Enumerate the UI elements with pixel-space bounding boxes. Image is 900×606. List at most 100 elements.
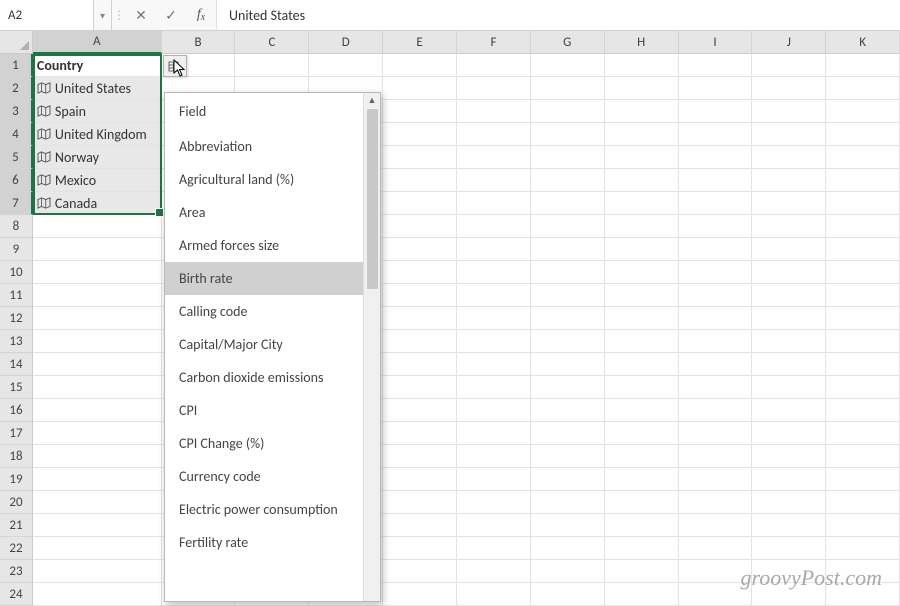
row-header-2[interactable]: 2 <box>0 77 33 100</box>
cell[interactable] <box>531 491 605 514</box>
cell[interactable] <box>826 215 900 238</box>
cell[interactable] <box>752 238 826 261</box>
cell[interactable] <box>383 537 457 560</box>
cell[interactable] <box>457 445 531 468</box>
cell[interactable] <box>531 376 605 399</box>
cell[interactable] <box>383 261 457 284</box>
cell[interactable] <box>457 192 531 215</box>
cell[interactable] <box>457 284 531 307</box>
dropdown-item[interactable]: Electric power consumption <box>165 493 363 526</box>
cell[interactable] <box>531 307 605 330</box>
cell[interactable] <box>679 100 753 123</box>
cell[interactable] <box>679 77 753 100</box>
cell[interactable] <box>605 192 679 215</box>
cell[interactable] <box>457 54 531 77</box>
formula-input[interactable]: United States <box>216 0 900 30</box>
cell[interactable] <box>33 468 162 491</box>
cell[interactable] <box>33 261 162 284</box>
cell[interactable] <box>826 169 900 192</box>
dropdown-item[interactable]: Area <box>165 196 363 229</box>
cell[interactable] <box>826 445 900 468</box>
cell[interactable] <box>383 192 457 215</box>
cell[interactable] <box>531 353 605 376</box>
cell[interactable] <box>33 514 162 537</box>
cell[interactable] <box>826 261 900 284</box>
cell[interactable] <box>383 284 457 307</box>
cell[interactable] <box>752 215 826 238</box>
row-header-10[interactable]: 10 <box>0 261 33 284</box>
cell[interactable] <box>33 399 162 422</box>
dropdown-scrollbar[interactable]: ▲ <box>363 93 380 601</box>
cell[interactable] <box>679 54 753 77</box>
cell[interactable]: United Kingdom <box>33 123 162 146</box>
cell[interactable] <box>605 215 679 238</box>
row-header-1[interactable]: 1 <box>0 54 33 77</box>
cell[interactable] <box>33 491 162 514</box>
cell[interactable] <box>531 468 605 491</box>
cell[interactable] <box>457 468 531 491</box>
cell[interactable] <box>457 238 531 261</box>
row-header-8[interactable]: 8 <box>0 215 33 238</box>
row-header-5[interactable]: 5 <box>0 146 33 169</box>
cell[interactable] <box>752 491 826 514</box>
cell[interactable] <box>531 445 605 468</box>
cell[interactable] <box>531 560 605 583</box>
cell[interactable] <box>383 491 457 514</box>
cell[interactable] <box>826 514 900 537</box>
cell[interactable] <box>605 468 679 491</box>
column-header-A[interactable]: A <box>33 31 162 54</box>
cell[interactable] <box>826 238 900 261</box>
cell[interactable] <box>605 399 679 422</box>
cell[interactable] <box>605 238 679 261</box>
cell[interactable] <box>383 77 457 100</box>
cell[interactable] <box>605 307 679 330</box>
column-header-H[interactable]: H <box>605 31 679 54</box>
cell[interactable] <box>826 123 900 146</box>
cell[interactable] <box>383 353 457 376</box>
cell[interactable] <box>826 77 900 100</box>
cell[interactable] <box>383 54 457 77</box>
cell[interactable] <box>33 307 162 330</box>
cell[interactable] <box>531 399 605 422</box>
cell[interactable] <box>679 468 753 491</box>
cell[interactable] <box>752 330 826 353</box>
cell[interactable] <box>679 192 753 215</box>
cell[interactable] <box>826 307 900 330</box>
cell[interactable] <box>33 330 162 353</box>
cell[interactable] <box>826 491 900 514</box>
cell[interactable] <box>383 100 457 123</box>
cell[interactable] <box>605 445 679 468</box>
enter-formula-button[interactable]: ✓ <box>156 0 186 30</box>
cell[interactable] <box>457 100 531 123</box>
cell[interactable] <box>679 491 753 514</box>
cell[interactable] <box>752 192 826 215</box>
cell[interactable] <box>605 422 679 445</box>
formula-bar-grip[interactable]: ⋮ <box>112 8 126 23</box>
dropdown-item[interactable]: Fertility rate <box>165 526 363 559</box>
cell[interactable] <box>605 54 679 77</box>
cell[interactable] <box>383 583 457 606</box>
cell[interactable] <box>679 284 753 307</box>
cell[interactable] <box>752 353 826 376</box>
row-header-16[interactable]: 16 <box>0 399 33 422</box>
cell[interactable] <box>679 123 753 146</box>
cell[interactable]: United States <box>33 77 162 100</box>
dropdown-item[interactable]: CPI <box>165 394 363 427</box>
cell[interactable] <box>679 330 753 353</box>
cell[interactable]: Canada <box>33 192 162 215</box>
cell[interactable] <box>531 215 605 238</box>
dropdown-item[interactable]: CPI Change (%) <box>165 427 363 460</box>
cell[interactable] <box>605 146 679 169</box>
cell[interactable] <box>531 77 605 100</box>
cell[interactable]: Mexico <box>33 169 162 192</box>
cell[interactable] <box>752 261 826 284</box>
cell[interactable] <box>679 376 753 399</box>
column-header-J[interactable]: J <box>752 31 826 54</box>
dropdown-item[interactable]: Calling code <box>165 295 363 328</box>
cell[interactable] <box>605 100 679 123</box>
cell[interactable] <box>383 468 457 491</box>
cell[interactable] <box>605 560 679 583</box>
cell[interactable] <box>679 445 753 468</box>
row-header-19[interactable]: 19 <box>0 468 33 491</box>
cell[interactable] <box>752 445 826 468</box>
